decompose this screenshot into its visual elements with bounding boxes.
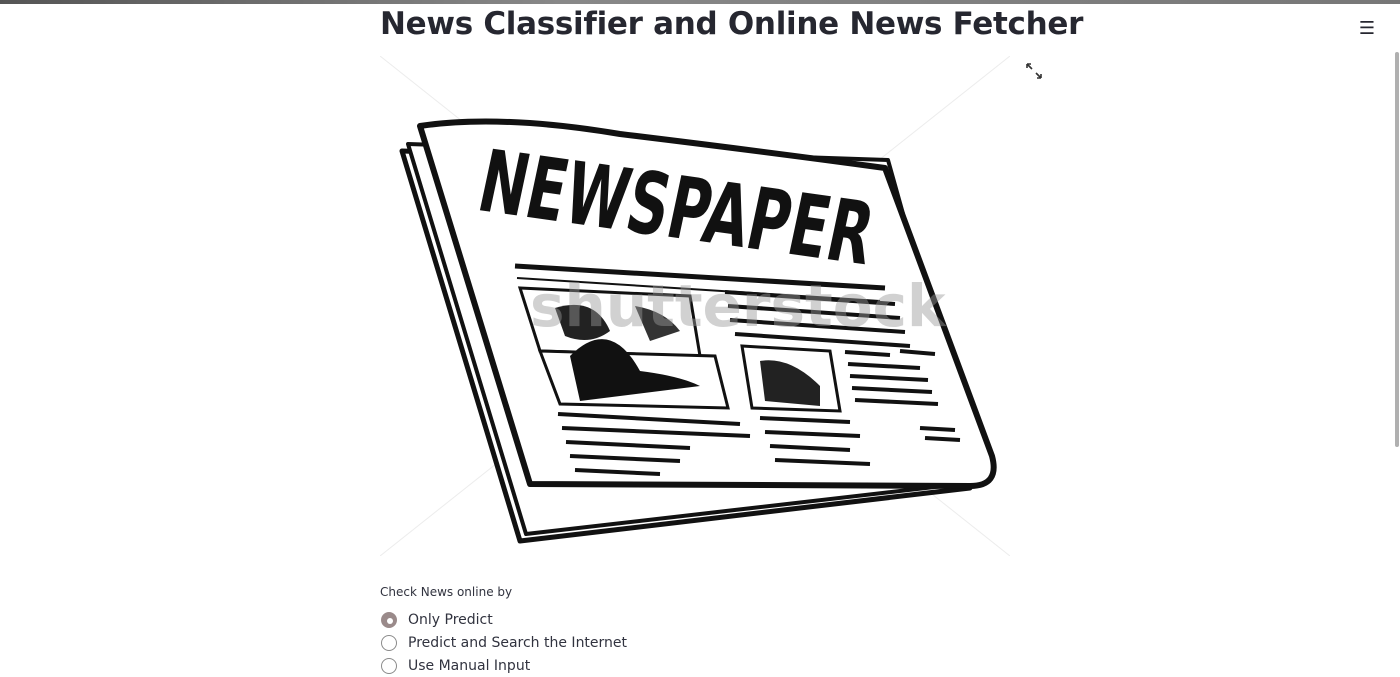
radio-option-label: Use Manual Input <box>408 657 531 674</box>
watermark-text: shutterstock <box>530 272 947 340</box>
radio-option-manual-input[interactable]: Use Manual Input <box>380 654 627 677</box>
radio-option-only-predict[interactable]: Only Predict <box>380 608 627 631</box>
newspaper-image: NEWSPAPER shutterstock <box>379 55 1011 557</box>
top-decoration-bar <box>0 0 1400 4</box>
page-scrollbar[interactable] <box>1395 52 1399 447</box>
hamburger-menu-icon[interactable]: ☰ <box>1356 18 1378 40</box>
radio-option-label: Only Predict <box>408 611 493 628</box>
radio-group-label: Check News online by <box>380 585 513 599</box>
newspaper-illustration: NEWSPAPER shutterstock <box>379 55 1011 557</box>
radio-unselected-icon[interactable] <box>381 657 397 674</box>
radio-option-label: Predict and Search the Internet <box>408 634 628 651</box>
radio-unselected-icon[interactable] <box>381 634 397 651</box>
fullscreen-expand-icon[interactable] <box>1025 62 1043 80</box>
radio-selected-icon[interactable] <box>381 611 397 628</box>
page-title: News Classifier and Online News Fetcher <box>380 6 1084 42</box>
radio-option-predict-and-search[interactable]: Predict and Search the Internet <box>380 631 627 654</box>
